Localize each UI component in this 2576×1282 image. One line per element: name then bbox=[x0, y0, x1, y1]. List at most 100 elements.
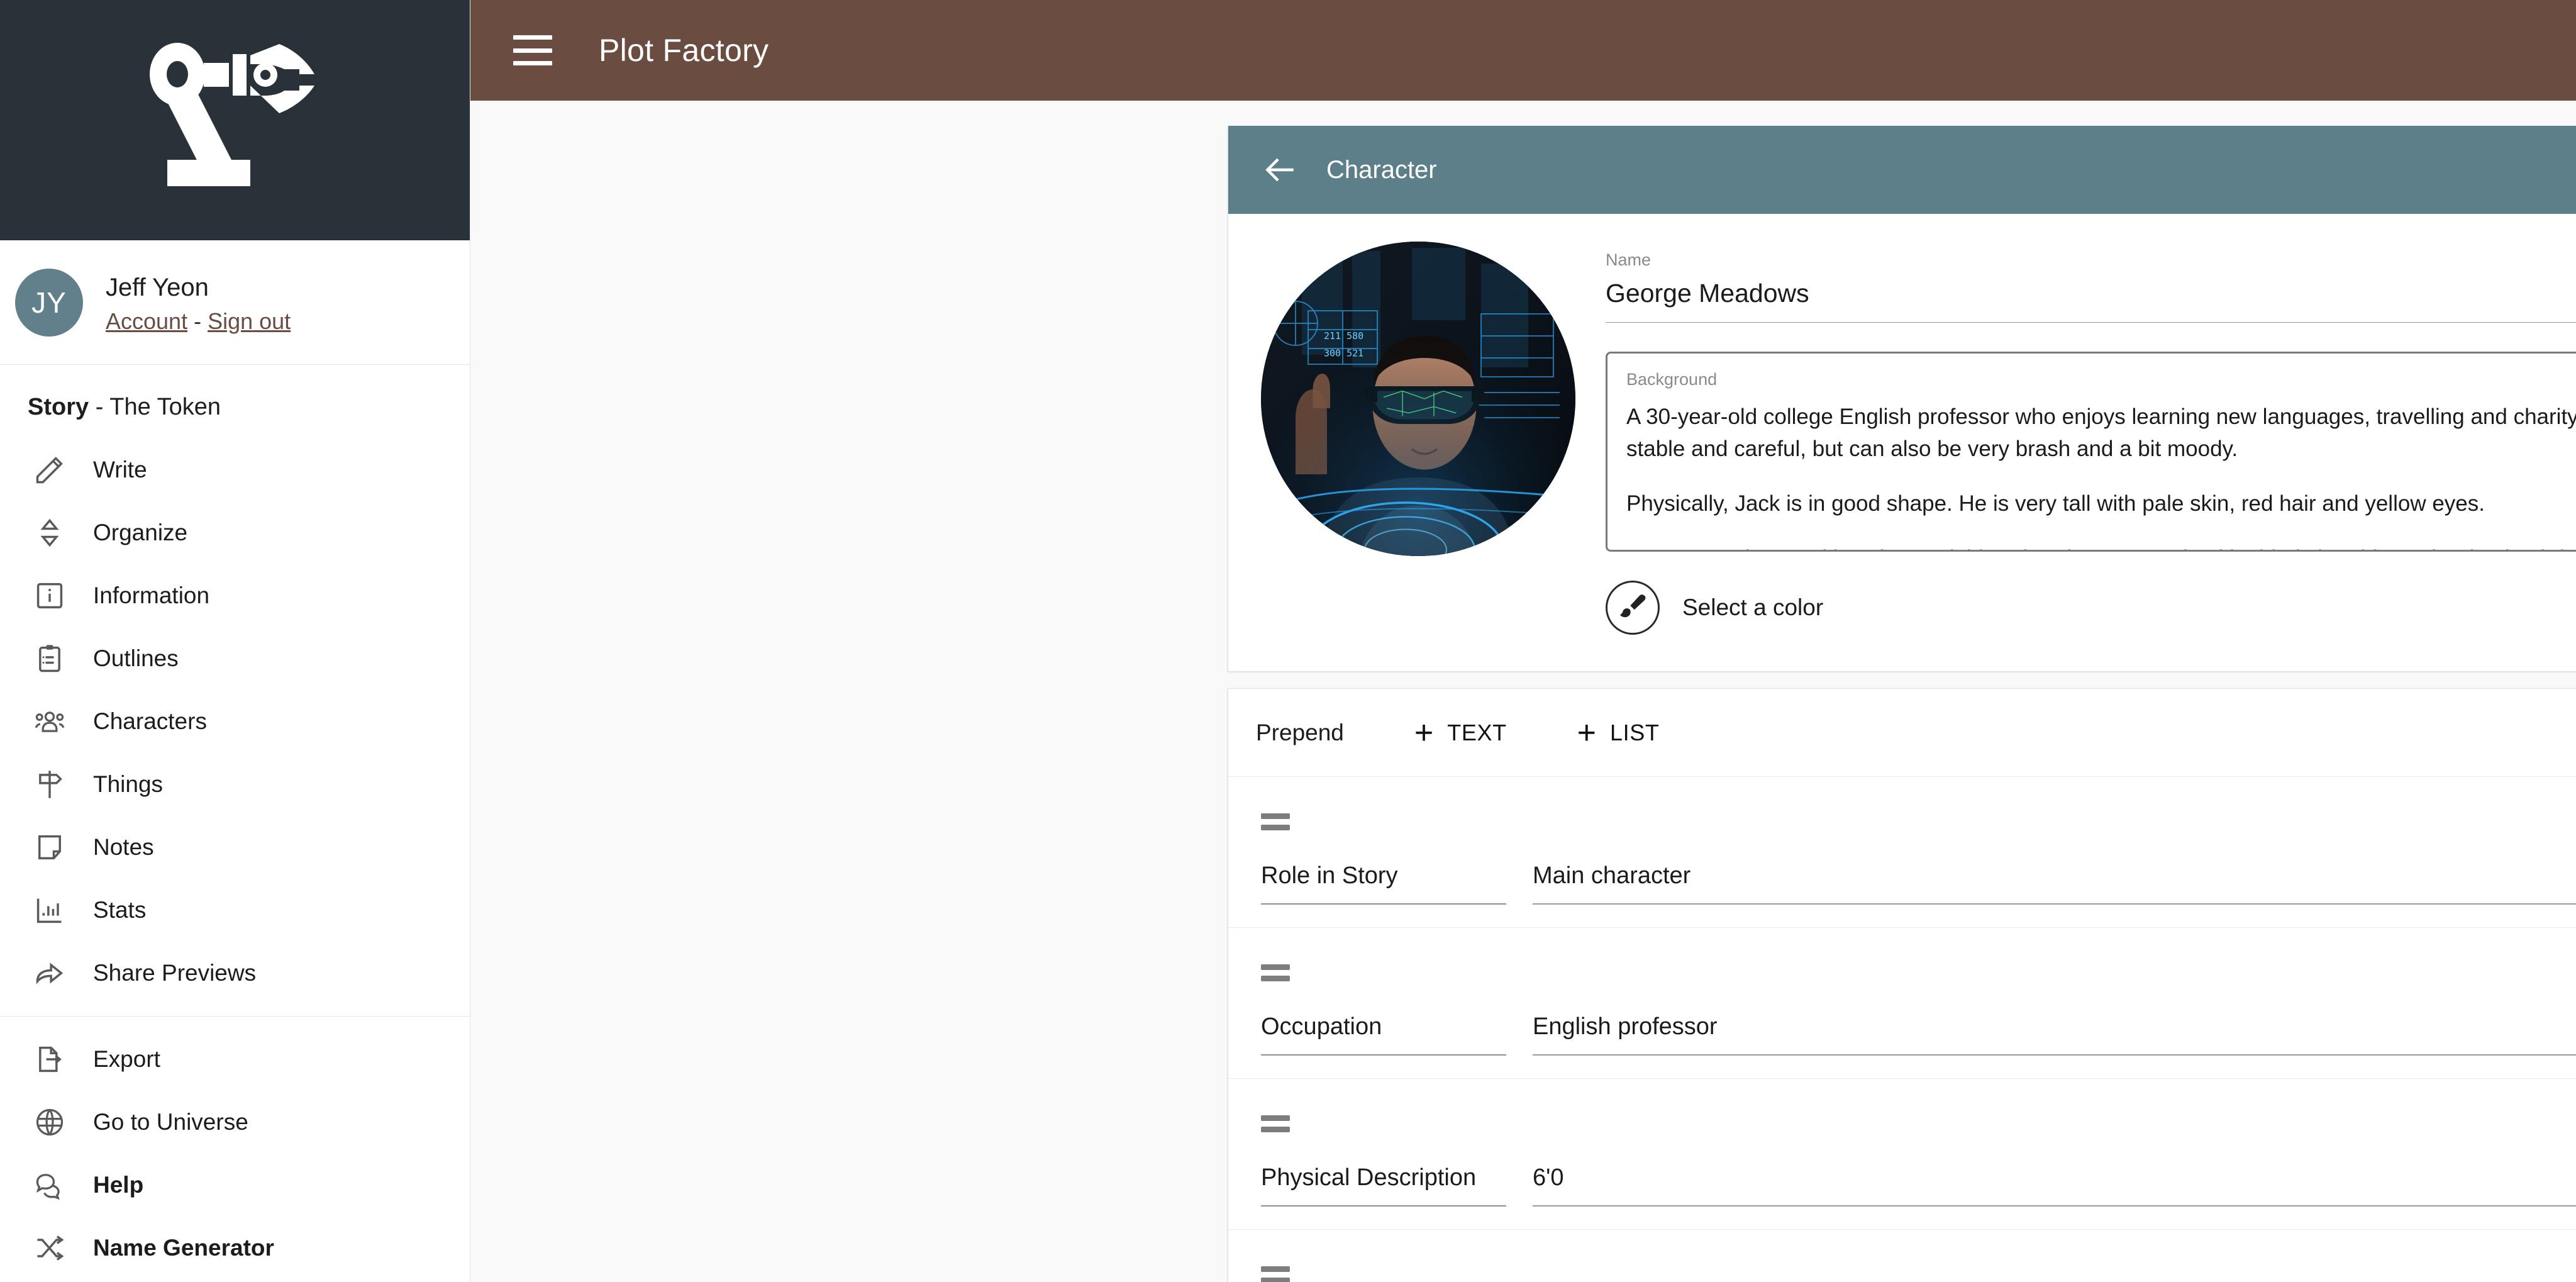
background-text: A 30-year-old college English professor … bbox=[1626, 401, 2576, 550]
sidebar-item-export[interactable]: Export bbox=[0, 1028, 470, 1091]
prepend-toolbar: Prepend + TEXT + LIST bbox=[1228, 689, 2576, 777]
add-list-label: LIST bbox=[1610, 719, 1660, 745]
sidebar-item-share-previews[interactable]: Share Previews bbox=[0, 942, 470, 1005]
sort-arrows-icon bbox=[30, 513, 69, 552]
add-text-label: TEXT bbox=[1447, 719, 1507, 745]
story-breadcrumb: Story - The Token bbox=[0, 365, 470, 438]
sidebar-nav: Write Organize Information Outlines Char… bbox=[0, 438, 470, 1279]
sidebar-item-label: Export bbox=[93, 1046, 160, 1072]
link-separator: - bbox=[187, 308, 208, 334]
share-arrow-icon bbox=[30, 954, 69, 993]
attribute-value-input[interactable]: English professor bbox=[1533, 1013, 2576, 1056]
name-input[interactable]: George Meadows bbox=[1606, 270, 2576, 323]
sidebar-item-stats[interactable]: Stats bbox=[0, 879, 470, 942]
select-color-label: Select a color bbox=[1682, 594, 1824, 620]
attribute-key-input[interactable]: Occupation bbox=[1261, 1013, 1506, 1056]
nav-divider bbox=[0, 1016, 470, 1017]
signpost-icon bbox=[30, 765, 69, 804]
character-fields: Name George Meadows Background A 30-year… bbox=[1606, 242, 2576, 635]
character-portrait[interactable]: 211 580 300 521 bbox=[1261, 242, 1575, 556]
drag-handle-icon[interactable] bbox=[1261, 813, 1290, 836]
background-label: Background bbox=[1626, 370, 1718, 389]
background-paragraph: Physically, Jack is in good shape. He is… bbox=[1626, 491, 2485, 516]
arrow-left-icon[interactable] bbox=[1261, 150, 1300, 189]
content-scroll-area: Character 211 580 300 521 Name George Me… bbox=[470, 101, 2576, 1282]
plus-icon: + bbox=[1414, 714, 1434, 751]
avatar: JY bbox=[15, 268, 83, 337]
character-card-header: Character bbox=[1228, 126, 2576, 214]
sidebar-item-label: Characters bbox=[93, 708, 207, 734]
sidebar-item-label: Notes bbox=[93, 834, 154, 860]
sidebar-item-outlines[interactable]: Outlines bbox=[0, 627, 470, 690]
note-page-icon bbox=[30, 828, 69, 867]
sidebar-item-label: Stats bbox=[93, 897, 147, 923]
sidebar-item-things[interactable]: Things bbox=[0, 753, 470, 816]
pencil-icon bbox=[30, 450, 69, 489]
prepend-label: Prepend bbox=[1256, 719, 1344, 745]
bar-chart-icon bbox=[30, 891, 69, 930]
background-textarea[interactable]: Background A 30-year-old college English… bbox=[1606, 352, 2576, 552]
attribute-inputs: Role in Story Main character bbox=[1261, 862, 2576, 905]
sidebar-item-organize[interactable]: Organize bbox=[0, 501, 470, 564]
plus-icon: + bbox=[1577, 714, 1597, 751]
paintbrush-glyph bbox=[1619, 594, 1646, 618]
main-area: Plot Factory Character 211 580 300 521 N… bbox=[470, 0, 2576, 1282]
attributes-card: Prepend + TEXT + LIST Role in Story Main… bbox=[1228, 688, 2576, 1282]
chat-bubbles-icon bbox=[30, 1166, 69, 1205]
select-color-row[interactable]: Select a color bbox=[1606, 581, 2576, 635]
add-list-button[interactable]: + LIST bbox=[1577, 716, 1660, 749]
sidebar-item-information[interactable]: Information bbox=[0, 564, 470, 627]
drag-handle-icon[interactable] bbox=[1261, 1115, 1290, 1138]
character-card-body: 211 580 300 521 Name George Meadows Back… bbox=[1228, 214, 2576, 671]
user-meta: Jeff Yeon Account - Sign out bbox=[106, 270, 291, 335]
sidebar-item-label: Things bbox=[93, 771, 164, 797]
sidebar-item-write[interactable]: Write bbox=[0, 438, 470, 501]
sidebar-item-label: Name Generator bbox=[93, 1235, 274, 1261]
story-prefix: Story bbox=[28, 394, 89, 420]
table-row: Occupation English professor bbox=[1228, 928, 2576, 1079]
name-field[interactable]: Name George Meadows bbox=[1606, 242, 2576, 323]
sidebar-item-characters[interactable]: Characters bbox=[0, 690, 470, 753]
sidebar-item-label: Go to Universe bbox=[93, 1109, 248, 1135]
drag-handle-icon[interactable] bbox=[1261, 1266, 1290, 1282]
attribute-value-input[interactable]: Main character bbox=[1533, 862, 2576, 905]
card-column: Character 211 580 300 521 Name George Me… bbox=[1228, 126, 2576, 1282]
table-row bbox=[1228, 1230, 2576, 1282]
sidebar-item-label: Organize bbox=[93, 520, 188, 545]
sidebar-item-help[interactable]: Help bbox=[0, 1154, 470, 1217]
account-link[interactable]: Account bbox=[106, 308, 187, 334]
sidebar-item-notes[interactable]: Notes bbox=[0, 816, 470, 879]
attribute-key-input[interactable]: Physical Description bbox=[1261, 1164, 1506, 1207]
people-group-icon bbox=[30, 702, 69, 741]
logo-panel bbox=[0, 0, 470, 240]
sidebar-item-name-generator[interactable]: Name Generator bbox=[0, 1217, 470, 1279]
robot-arm-pen-nib-logo bbox=[149, 43, 314, 186]
hamburger-menu-icon[interactable] bbox=[513, 35, 552, 65]
name-label: Name bbox=[1606, 250, 1652, 269]
paintbrush-icon[interactable] bbox=[1606, 581, 1660, 635]
attribute-inputs: Occupation English professor bbox=[1261, 1013, 2576, 1056]
sidebar-item-label: Share Previews bbox=[93, 960, 257, 986]
attribute-inputs: Physical Description 6'0 bbox=[1261, 1164, 2576, 1207]
info-square-icon bbox=[30, 576, 69, 615]
user-block: JY Jeff Yeon Account - Sign out bbox=[0, 240, 470, 365]
clipboard-list-icon bbox=[30, 639, 69, 678]
user-links: Account - Sign out bbox=[106, 308, 291, 335]
table-row: Role in Story Main character bbox=[1228, 777, 2576, 928]
story-title: The Token bbox=[109, 394, 221, 420]
background-paragraph: He grew up in a working class neighbourh… bbox=[1626, 542, 2576, 550]
attribute-value-input[interactable]: 6'0 bbox=[1533, 1164, 2576, 1207]
app-root: JY Jeff Yeon Account - Sign out Story - … bbox=[0, 0, 2576, 1282]
signout-link[interactable]: Sign out bbox=[208, 308, 291, 334]
sidebar-item-go-to-universe[interactable]: Go to Universe bbox=[0, 1091, 470, 1154]
attribute-key-input[interactable]: Role in Story bbox=[1261, 862, 1506, 905]
sidebar-item-label: Write bbox=[93, 457, 147, 482]
drag-handle-icon[interactable] bbox=[1261, 964, 1290, 987]
sidebar-item-label: Information bbox=[93, 582, 210, 608]
sidebar-item-label: Help bbox=[93, 1172, 144, 1198]
story-separator: - bbox=[89, 394, 110, 420]
table-row: Physical Description 6'0 bbox=[1228, 1079, 2576, 1230]
character-card: Character 211 580 300 521 Name George Me… bbox=[1228, 126, 2576, 672]
add-text-button[interactable]: + TEXT bbox=[1414, 716, 1507, 749]
user-name: Jeff Yeon bbox=[106, 273, 209, 301]
